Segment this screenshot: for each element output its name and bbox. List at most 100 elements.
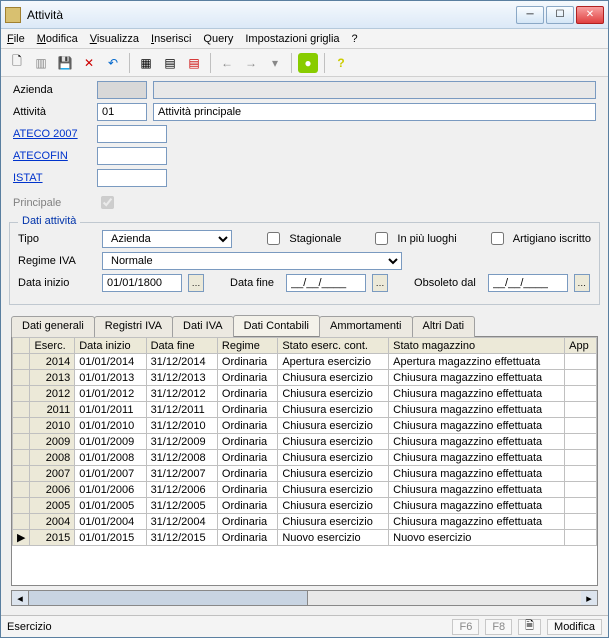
principale-label: Principale — [13, 197, 91, 209]
column-header[interactable]: App — [565, 338, 597, 354]
grid[interactable]: Eserc.Data inizioData fineRegimeStato es… — [11, 336, 598, 586]
column-header[interactable]: Data inizio — [75, 338, 146, 354]
tipo-label: Tipo — [18, 233, 96, 245]
table-row[interactable]: ▶201501/01/201531/12/2015OrdinariaNuovo … — [13, 530, 597, 546]
table-row[interactable]: 201401/01/201431/12/2014OrdinariaApertur… — [13, 354, 597, 370]
principale-checkbox — [101, 196, 114, 209]
table-row[interactable]: 201101/01/201131/12/2011OrdinariaChiusur… — [13, 402, 597, 418]
nofilter-icon[interactable]: ▤ — [184, 53, 204, 73]
table-row[interactable]: 200401/01/200431/12/2004OrdinariaChiusur… — [13, 514, 597, 530]
regime-label: Regime IVA — [18, 255, 96, 267]
maximize-button[interactable]: ☐ — [546, 6, 574, 24]
tab-altri-dati[interactable]: Altri Dati — [412, 316, 476, 337]
stagionale-checkbox[interactable] — [267, 232, 280, 245]
status-doc-icon[interactable]: 🗎 — [518, 619, 541, 635]
datainizio-input[interactable] — [102, 274, 182, 292]
help-icon[interactable]: ? — [331, 53, 351, 73]
menu-modifica[interactable]: Modifica — [37, 33, 78, 45]
datafine-input[interactable] — [286, 274, 366, 292]
tipo-select[interactable]: Azienda — [102, 230, 232, 248]
window-title: Attività — [27, 8, 516, 22]
menu-visualizza[interactable]: Visualizza — [90, 33, 139, 45]
menubar: FFileile Modifica Visualizza Inserisci Q… — [1, 29, 608, 49]
artigiano-label: Artigiano iscritto — [513, 233, 591, 245]
scroll-thumb[interactable] — [28, 591, 308, 605]
status-icon[interactable]: ● — [298, 53, 318, 73]
atecofin-input[interactable] — [97, 147, 167, 165]
tabstrip: Dati generaliRegistri IVADati IVADati Co… — [11, 315, 598, 336]
titlebar: Attività ─ ☐ ✕ — [1, 1, 608, 29]
grid-scrollbar[interactable]: ◂ ▸ — [11, 590, 598, 606]
menu-help[interactable]: ? — [352, 33, 358, 45]
status-f6[interactable]: F6 — [452, 619, 479, 635]
tab-registri-iva[interactable]: Registri IVA — [94, 316, 173, 337]
obsoleto-label: Obsoleto dal — [414, 277, 476, 289]
istat-input[interactable] — [97, 169, 167, 187]
menu-griglia[interactable]: Impostazioni griglia — [245, 33, 339, 45]
toolbar: 🗋 ▥ 💾 ✕ ↶ ▦ ▤ ▤ ← → ▾ ● ? — [1, 49, 608, 77]
tab-dati-generali[interactable]: Dati generali — [11, 316, 95, 337]
save-icon[interactable]: 💾 — [55, 53, 75, 73]
table-row[interactable]: 200801/01/200831/12/2008OrdinariaChiusur… — [13, 450, 597, 466]
attivita-code-input[interactable] — [97, 103, 147, 121]
grid-icon[interactable]: ▦ — [136, 53, 156, 73]
status-label: Esercizio — [7, 621, 52, 633]
filter-icon[interactable]: ▤ — [160, 53, 180, 73]
artigiano-checkbox[interactable] — [491, 232, 504, 245]
column-header[interactable]: Stato magazzino — [389, 338, 565, 354]
column-header[interactable] — [13, 338, 30, 354]
tab-dati-contabili[interactable]: Dati Contabili — [233, 315, 320, 336]
table-row[interactable]: 200501/01/200531/12/2005OrdinariaChiusur… — [13, 498, 597, 514]
table-row[interactable]: 200901/01/200931/12/2009OrdinariaChiusur… — [13, 434, 597, 450]
attivita-desc-input[interactable] — [153, 103, 596, 121]
azienda-label: Azienda — [13, 84, 91, 96]
atecofin-link[interactable]: ATECOFIN — [13, 150, 91, 162]
azienda-code-input[interactable] — [97, 81, 147, 99]
last-icon[interactable]: ▾ — [265, 53, 285, 73]
column-header[interactable]: Eserc. — [30, 338, 75, 354]
undo-icon[interactable]: ↶ — [103, 53, 123, 73]
scroll-left-icon[interactable]: ◂ — [12, 591, 28, 605]
table-row[interactable]: 201001/01/201031/12/2010OrdinariaChiusur… — [13, 418, 597, 434]
obsoleto-input[interactable] — [488, 274, 568, 292]
status-mode: Modifica — [547, 619, 602, 635]
fwd-icon[interactable]: → — [241, 53, 261, 73]
status-f8[interactable]: F8 — [485, 619, 512, 635]
table-row[interactable]: 200701/01/200731/12/2007OrdinariaChiusur… — [13, 466, 597, 482]
datafine-label: Data fine — [230, 277, 274, 289]
app-icon — [5, 7, 21, 23]
menu-file[interactable]: FFileile — [7, 33, 25, 45]
table-row[interactable]: 200601/01/200631/12/2006OrdinariaChiusur… — [13, 482, 597, 498]
column-header[interactable]: Data fine — [146, 338, 217, 354]
table-row[interactable]: 201201/01/201231/12/2012OrdinariaChiusur… — [13, 386, 597, 402]
ateco2007-input[interactable] — [97, 125, 167, 143]
piuluoghi-label: In più luoghi — [397, 233, 456, 245]
scroll-right-icon[interactable]: ▸ — [581, 591, 597, 605]
regime-select[interactable]: Normale — [102, 252, 402, 270]
istat-link[interactable]: ISTAT — [13, 172, 91, 184]
menu-query[interactable]: Query — [203, 33, 233, 45]
azienda-desc-input[interactable] — [153, 81, 596, 99]
tab-dati-iva[interactable]: Dati IVA — [172, 316, 234, 337]
delete-icon[interactable]: ✕ — [79, 53, 99, 73]
datainizio-picker-button[interactable]: … — [188, 274, 204, 292]
new-icon[interactable]: 🗋 — [7, 53, 27, 73]
dati-attivita-fieldset: Dati attività Tipo Azienda Stagionale In… — [9, 222, 600, 305]
stagionale-label: Stagionale — [289, 233, 341, 245]
datafine-picker-button[interactable]: … — [372, 274, 388, 292]
table-row[interactable]: 201301/01/201331/12/2013OrdinariaChiusur… — [13, 370, 597, 386]
open-icon[interactable]: ▥ — [31, 53, 51, 73]
piuluoghi-checkbox[interactable] — [375, 232, 388, 245]
column-header[interactable]: Regime — [217, 338, 277, 354]
column-header[interactable]: Stato eserc. cont. — [278, 338, 389, 354]
ateco2007-link[interactable]: ATECO 2007 — [13, 128, 91, 140]
tab-ammortamenti[interactable]: Ammortamenti — [319, 316, 413, 337]
obsoleto-picker-button[interactable]: … — [574, 274, 590, 292]
datainizio-label: Data inizio — [18, 277, 96, 289]
back-icon[interactable]: ← — [217, 53, 237, 73]
close-button[interactable]: ✕ — [576, 6, 604, 24]
fieldset-legend: Dati attività — [18, 215, 80, 227]
menu-inserisci[interactable]: Inserisci — [151, 33, 191, 45]
minimize-button[interactable]: ─ — [516, 6, 544, 24]
statusbar: Esercizio F6 F8 🗎 Modifica — [1, 615, 608, 637]
